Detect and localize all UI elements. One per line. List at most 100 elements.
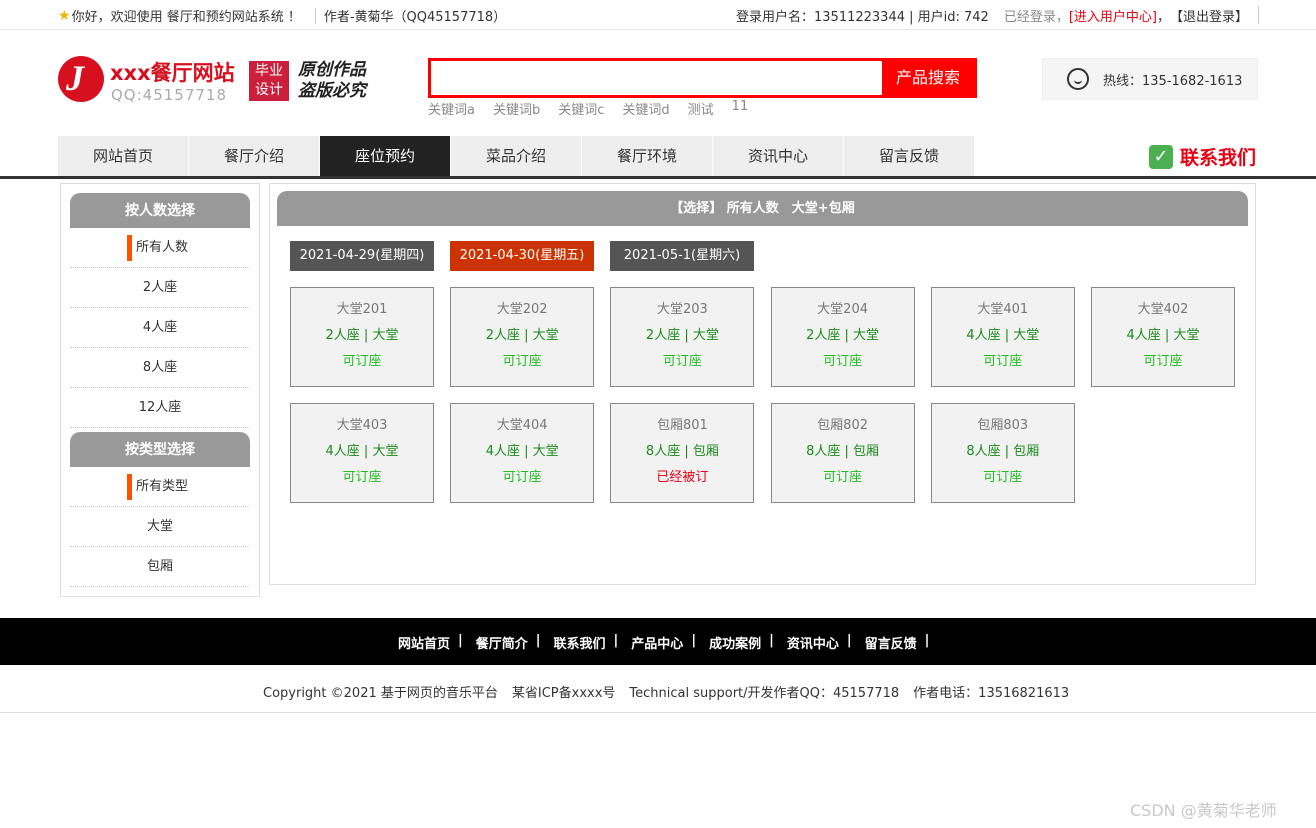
icp-text: 某省ICP备xxxx号 xyxy=(511,686,616,701)
hotline-box: 热线：135-1682-1613 xyxy=(1042,58,1258,100)
seat-card[interactable]: 大堂401 4人座 | 大堂 可订座 xyxy=(930,287,1075,387)
contact-us-link[interactable]: ✓ 联系我们 xyxy=(1149,143,1256,170)
keyword-link[interactable]: 测试 xyxy=(688,99,714,118)
graduation-badge: 毕业 设计 xyxy=(249,61,289,101)
footer-separator: | xyxy=(535,633,541,648)
slogan: 原创作品 盗版必究 xyxy=(298,60,366,101)
nav-item[interactable]: 网站首页 xyxy=(58,136,188,176)
top-bar-right: 登录用户名：13511223344 | 用户id: 742 已经登录， [进入用… xyxy=(736,6,1260,25)
people-filter-item[interactable]: 所有人数 xyxy=(70,228,250,268)
search-box: 产品搜索 xyxy=(428,58,977,98)
seat-type: 4人座 | 大堂 xyxy=(1126,328,1200,343)
keyword-link[interactable]: 关键词b xyxy=(493,99,540,118)
people-filter-item[interactable]: 12人座 xyxy=(70,388,250,428)
seat-status: 可订座 xyxy=(662,354,702,369)
seat-type: 2人座 | 大堂 xyxy=(645,328,719,343)
seat-card[interactable]: 大堂203 2人座 | 大堂 可订座 xyxy=(610,287,755,387)
seat-name: 大堂403 xyxy=(336,418,388,433)
footer-separator: | xyxy=(458,633,463,648)
user-center-link[interactable]: [进入用户中心] xyxy=(1069,6,1157,25)
seat-card[interactable]: 大堂404 4人座 | 大堂 可订座 xyxy=(450,403,595,503)
footer-link[interactable]: 联系我们 xyxy=(554,633,606,652)
footer-link[interactable]: 网站首页 xyxy=(398,633,450,652)
logged-in-status: 已经登录， xyxy=(1003,10,1069,25)
hotline-text: 热线：135-1682-1613 xyxy=(1103,74,1243,89)
seat-status: 可订座 xyxy=(1143,354,1183,369)
type-filter-item[interactable]: 大堂 xyxy=(70,507,250,547)
top-bar: ★ 你好，欢迎使用 餐厅和预约网站系统 ！ 作者-黄菊华（QQ45157718）… xyxy=(0,0,1316,30)
keyword-link[interactable]: 关键词a xyxy=(428,99,475,118)
seat-card[interactable]: 大堂201 2人座 | 大堂 可订座 xyxy=(290,287,434,387)
watermark: CSDN @黄菊华老师 xyxy=(1130,801,1277,820)
date-tab[interactable]: 2021-05-1(星期六) xyxy=(610,241,754,271)
search-button[interactable]: 产品搜索 xyxy=(882,61,974,95)
footer-link[interactable]: 产品中心 xyxy=(631,633,683,652)
customer-service-icon xyxy=(1067,68,1089,90)
star-icon: ★ xyxy=(58,7,71,24)
type-filter-item[interactable]: 包厢 xyxy=(70,547,250,587)
keyword-link[interactable]: 关键词d xyxy=(622,99,669,118)
hot-keywords: 关键词a 关键词b 关键词c 关键词d 测试 11 xyxy=(428,99,766,118)
seat-type: 4人座 | 大堂 xyxy=(485,444,559,459)
people-filter-item[interactable]: 4人座 xyxy=(70,308,250,348)
seat-status: 可订座 xyxy=(502,470,542,485)
nav-item[interactable]: 餐厅介绍 xyxy=(189,136,319,176)
nav-item[interactable]: 资讯中心 xyxy=(713,136,843,176)
people-filter-label: 4人座 xyxy=(142,320,178,335)
keyword-link[interactable]: 关键词c xyxy=(558,99,604,118)
footer-separator: | xyxy=(613,633,619,648)
seat-name: 大堂204 xyxy=(817,302,868,317)
seat-card[interactable]: 大堂204 2人座 | 大堂 可订座 xyxy=(770,287,915,387)
nav-item[interactable]: 餐厅环境 xyxy=(582,136,712,176)
divider xyxy=(314,7,316,24)
seat-card[interactable]: 大堂403 4人座 | 大堂 可订座 xyxy=(290,403,434,503)
logout-link[interactable]: 【退出登录】 xyxy=(1170,6,1248,25)
type-filter-label: 大堂 xyxy=(146,519,173,534)
seat-card[interactable]: 包厢802 8人座 | 包厢 可订座 xyxy=(770,403,915,503)
seat-card[interactable]: 包厢801 8人座 | 包厢 已经被订 xyxy=(610,403,755,503)
footer-link[interactable]: 餐厅简介 xyxy=(476,633,528,652)
seat-card[interactable]: 大堂402 4人座 | 大堂 可订座 xyxy=(1091,287,1235,387)
keyword-link[interactable]: 11 xyxy=(732,99,749,118)
footer: 网站首页 | 餐厅简介 | 联系我们 | 产品中心 | 成功案例 | 资讯中心 | 留言反馈 | xyxy=(0,618,1316,665)
filter-sidebar: 按人数选择 按类型选择 所有人数 2人座 4人座 8人座 12人座 所有类型 大堂 包厢 xyxy=(60,183,260,597)
seat-status: 已经被订 xyxy=(656,470,709,485)
footer-separator: | xyxy=(924,633,930,648)
seat-card[interactable]: 大堂202 2人座 | 大堂 可订座 xyxy=(450,287,595,387)
date-tab[interactable]: 2021-04-30(星期五) xyxy=(450,241,594,271)
contact-us-label: 联系我们 xyxy=(1180,147,1257,169)
type-filter-label: 包厢 xyxy=(146,559,173,574)
footer-link[interactable]: 资讯中心 xyxy=(787,633,839,652)
seat-status: 可订座 xyxy=(823,354,863,369)
nav-item[interactable]: 留言反馈 xyxy=(844,136,974,176)
site-logo[interactable]: J xxx餐厅网站 QQ:45157718 xyxy=(58,56,248,108)
nav-item[interactable]: 菜品介绍 xyxy=(451,136,581,176)
seat-name: 包厢802 xyxy=(817,418,868,433)
top-bar-left: ★ 你好，欢迎使用 餐厅和预约网站系统 ！ 作者-黄菊华（QQ45157718） xyxy=(58,6,506,25)
people-filter-label: 2人座 xyxy=(142,280,178,295)
people-filter-item[interactable]: 2人座 xyxy=(70,268,250,308)
welcome-text: 你好，欢迎使用 餐厅和预约网站系统 ！ xyxy=(71,10,301,25)
seat-type: 8人座 | 包厢 xyxy=(645,444,719,459)
type-filter-title: 按类型选择 xyxy=(70,432,250,467)
copyright-row: Copyright ©2021 基于网页的音乐平台 某省ICP备xxxx号 Te… xyxy=(263,682,1083,701)
people-filter-label: 8人座 xyxy=(142,360,178,375)
type-filter-label: 所有类型 xyxy=(136,479,189,494)
people-filter-item[interactable]: 8人座 xyxy=(70,348,250,388)
seat-status: 可订座 xyxy=(502,354,542,369)
main-nav: 网站首页 餐厅介绍 座位预约 菜品介绍 餐厅环境 资讯中心 留言反馈 xyxy=(58,136,975,176)
footer-link[interactable]: 留言反馈 xyxy=(865,633,917,652)
comma-text: ， xyxy=(1157,10,1171,25)
phone-text: 作者电话：13516821613 xyxy=(913,686,1070,701)
date-tab[interactable]: 2021-04-29(星期四) xyxy=(290,241,434,271)
seat-name: 包厢801 xyxy=(656,418,708,433)
seat-type: 8人座 | 包厢 xyxy=(966,444,1040,459)
search-input[interactable] xyxy=(431,61,882,95)
footer-link[interactable]: 成功案例 xyxy=(709,633,761,652)
nav-item[interactable]: 座位预约 xyxy=(320,136,450,176)
seat-name: 大堂202 xyxy=(496,302,548,317)
seat-card[interactable]: 包厢803 8人座 | 包厢 可订座 xyxy=(930,403,1075,503)
type-filter-item[interactable]: 所有类型 xyxy=(70,467,250,507)
divider xyxy=(1258,6,1260,24)
footer-divider xyxy=(0,712,1316,713)
